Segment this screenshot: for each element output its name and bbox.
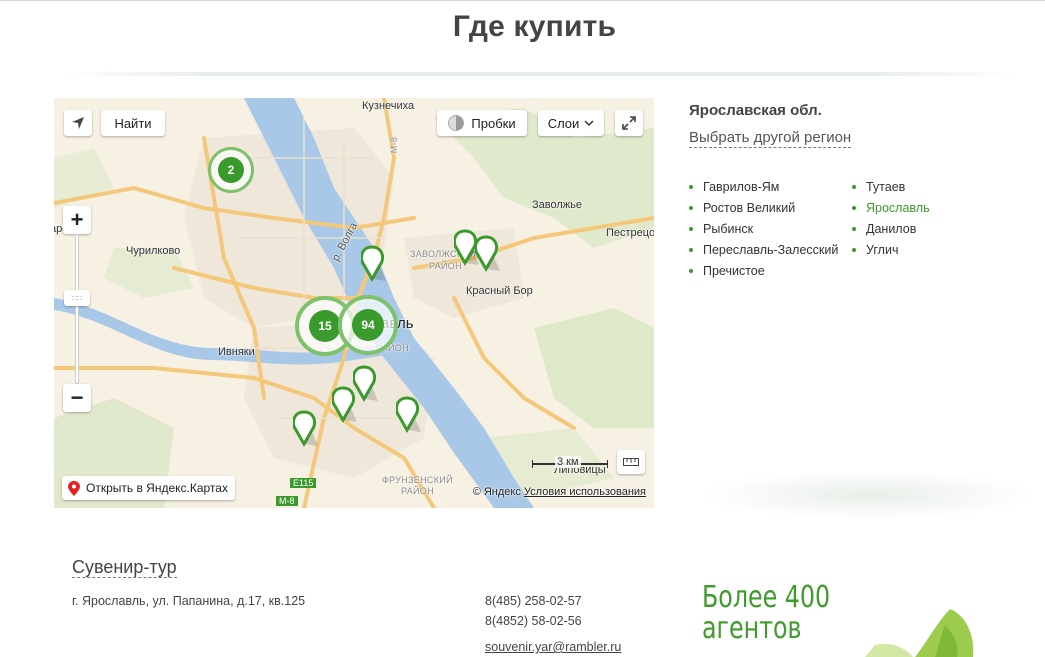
bullet-icon [689, 206, 693, 210]
ruler-icon [623, 458, 639, 466]
city-item[interactable]: Гаврилов-Ям [689, 178, 838, 199]
panel-shadow [700, 470, 1040, 520]
bullet-icon [689, 185, 693, 189]
city-list-left: Гаврилов-Ям Ростов Великий Рыбинск Перес… [689, 178, 838, 283]
city-item[interactable]: Рыбинск [689, 220, 838, 241]
cluster-count: 2 [218, 157, 244, 183]
chevron-down-icon [584, 120, 594, 127]
city-item[interactable]: Углич [852, 241, 930, 262]
city-list-right: Тутаев Ярославль Данилов Углич [852, 178, 930, 262]
fullscreen-button[interactable] [615, 110, 643, 136]
promo-line-1: Более 400 [702, 580, 831, 615]
city-item[interactable]: Ростов Великий [689, 199, 838, 220]
ruler-button[interactable] [617, 450, 645, 474]
city-label: Гаврилов-Ям [703, 180, 780, 194]
city-item[interactable]: Переславль-Залесский [689, 241, 838, 262]
city-label: Переславль-Залесский [703, 243, 839, 257]
open-in-yandex-maps-button[interactable]: Открыть в Яндекс.Картах [62, 476, 235, 500]
scale-label: 3 км [555, 456, 581, 468]
zoom-slider-handle[interactable]: ∷∷ [64, 290, 90, 306]
city-label: Углич [866, 243, 899, 257]
traffic-icon [448, 115, 465, 131]
layers-label: Слои [547, 115, 580, 131]
map-marker[interactable] [475, 235, 511, 275]
city-label: Ростов Великий [703, 201, 796, 215]
city-item[interactable]: Данилов [852, 220, 930, 241]
traffic-button[interactable]: Пробки [437, 110, 527, 136]
geolocation-button[interactable] [64, 110, 92, 136]
map-copyright: © Яндекс Условия использования [473, 486, 646, 498]
promo-line-2: агентов [702, 611, 802, 646]
decorative-leaf-icon [865, 609, 974, 657]
location-arrow-icon [72, 117, 84, 129]
map-marker[interactable] [361, 245, 397, 285]
city-item[interactable]: Пречистое [689, 262, 838, 283]
map-cluster[interactable]: 2 [208, 147, 254, 193]
terms-link[interactable]: Условия использования [524, 486, 646, 498]
open-in-label: Открыть в Яндекс.Картах [86, 481, 228, 495]
bullet-icon [689, 248, 693, 252]
yandex-map[interactable]: Кузнечиха М-8 аро Чурилково Заволжье Пес… [54, 98, 654, 508]
cluster-count: 94 [352, 309, 384, 341]
change-region-link[interactable]: Выбрать другой регион [689, 129, 852, 148]
bullet-icon [852, 248, 856, 252]
bullet-icon [689, 227, 693, 231]
city-item-active[interactable]: Ярославль [852, 199, 930, 220]
agent-email-link[interactable]: souvenir.yar@rambler.ru [485, 640, 621, 654]
scale-bar: 3 км [532, 456, 608, 468]
region-title: Ярославская обл. [689, 102, 822, 119]
map-marker[interactable] [396, 396, 432, 436]
zoom-slider-track[interactable] [75, 234, 79, 384]
expand-icon [622, 116, 636, 130]
agent-phone: 8(485) 258-02-57 [485, 594, 582, 608]
copyright-brand: © Яндекс [472, 486, 521, 498]
minus-icon: − [70, 385, 84, 410]
bullet-icon [852, 206, 856, 210]
bullet-icon [852, 227, 856, 231]
city-label: Ярославль [866, 201, 930, 215]
zoom-in-button[interactable]: + [63, 206, 91, 234]
city-label: Тутаев [866, 180, 906, 194]
find-button[interactable]: Найти [101, 110, 165, 136]
promo-text: Более 400 агентов [702, 582, 830, 644]
city-label: Пречистое [703, 264, 765, 278]
agent-name[interactable]: Сувенир-тур [72, 557, 177, 578]
plus-icon: + [70, 207, 84, 232]
map-cluster[interactable]: 94 [338, 295, 398, 355]
map-marker[interactable] [293, 410, 329, 450]
map-marker[interactable] [332, 386, 368, 426]
city-label: Рыбинск [703, 222, 754, 236]
bullet-icon [689, 269, 693, 273]
cluster-count: 15 [309, 310, 341, 342]
city-label: Данилов [866, 222, 917, 236]
header-separator [60, 72, 1020, 76]
map-pin-icon [68, 480, 80, 496]
agent-address: г. Ярославль, ул. Папанина, д.17, кв.125 [72, 594, 306, 608]
layers-button[interactable]: Слои [538, 110, 604, 136]
top-divider [0, 0, 1045, 1]
zoom-out-button[interactable]: − [63, 384, 91, 412]
agent-phone: 8(4852) 58-02-56 [485, 614, 582, 628]
page-title: Где купить [452, 10, 617, 43]
bullet-icon [852, 185, 856, 189]
traffic-label: Пробки [471, 115, 516, 131]
city-item[interactable]: Тутаев [852, 178, 930, 199]
grip-icon: ∷∷ [71, 293, 83, 303]
